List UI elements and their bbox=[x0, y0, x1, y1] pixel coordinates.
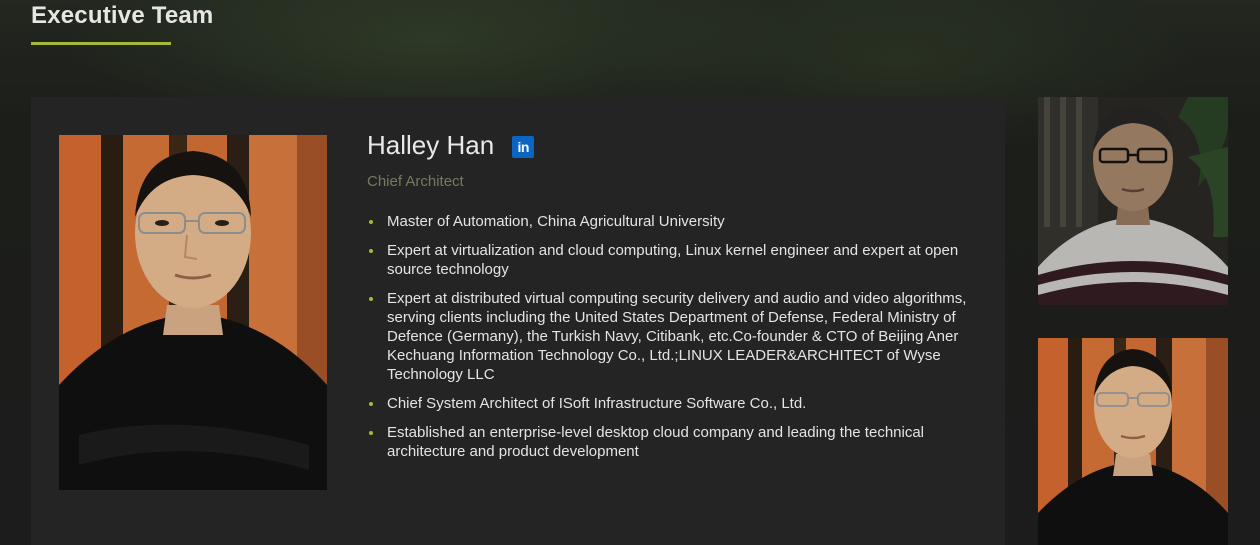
executive-name: Halley Han bbox=[367, 129, 495, 160]
title-underline bbox=[31, 42, 171, 45]
name-row: Halley Han in bbox=[367, 127, 977, 163]
bio-item: Established an enterprise-level desktop … bbox=[367, 423, 977, 461]
executive-bio-list: Master of Automation, China Agricultural… bbox=[367, 212, 977, 461]
linkedin-icon[interactable]: in bbox=[512, 136, 535, 158]
bio-item: Master of Automation, China Agricultural… bbox=[367, 212, 977, 231]
executive-profile-card: Halley Han in Chief Architect Master of … bbox=[31, 97, 1005, 545]
executive-team-section: Executive Team Halley Han in Chief Archi… bbox=[0, 0, 1260, 545]
section-title: Executive Team bbox=[31, 2, 214, 29]
executive-thumbnail-2[interactable] bbox=[1038, 338, 1228, 545]
executive-thumbnail-1[interactable] bbox=[1038, 97, 1228, 305]
bio-item: Chief System Architect of ISoft Infrastr… bbox=[367, 394, 977, 413]
bio-item: Expert at distributed virtual computing … bbox=[367, 289, 977, 384]
executive-portrait bbox=[59, 135, 327, 490]
executive-role: Chief Architect bbox=[367, 173, 464, 190]
executive-info: Halley Han in Chief Architect Master of … bbox=[367, 127, 977, 471]
bio-item: Expert at virtualization and cloud compu… bbox=[367, 241, 977, 279]
